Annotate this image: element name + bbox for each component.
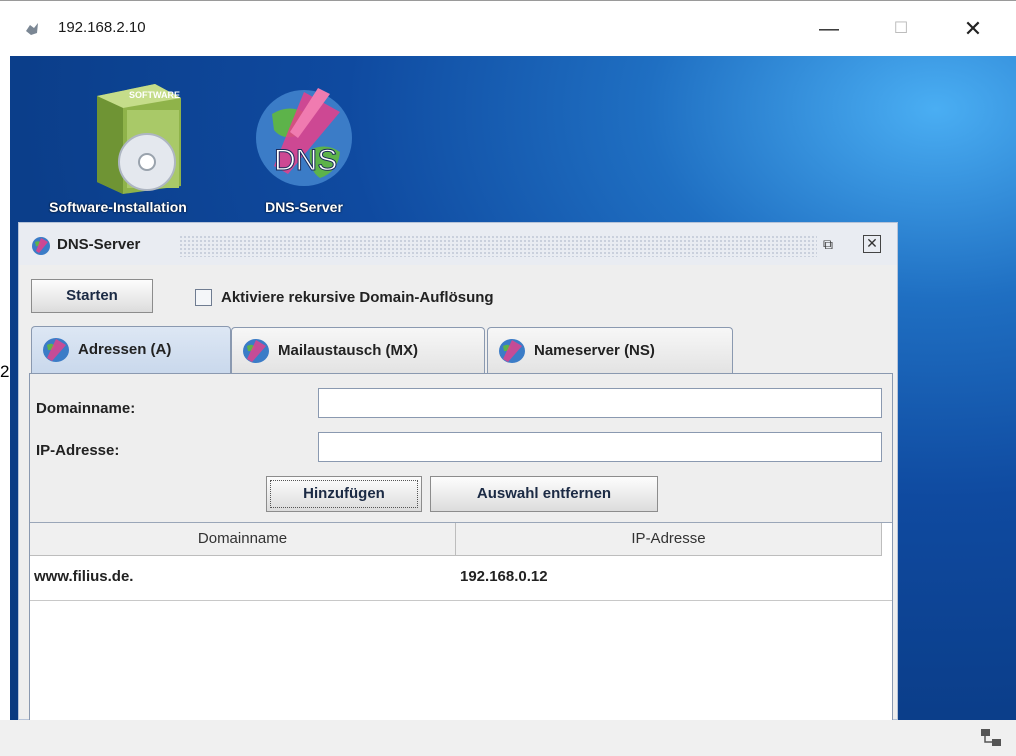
network-monitor-icon[interactable] [980,728,1002,748]
column-header-ip-address[interactable]: IP-Adresse [456,523,882,555]
dns-globe-icon [243,339,269,363]
table-row[interactable]: www.filius.de. 192.168.0.12 [30,556,892,601]
dns-window-titlebar[interactable]: DNS-Server ⧉ ✕ [19,223,897,265]
dns-window-title: DNS-Server [57,236,141,253]
left-edge [0,56,10,720]
start-button[interactable]: Starten [31,279,153,313]
titlebar-texture [179,235,817,257]
domainname-label: Domainname: [36,400,136,417]
tab-nameserver[interactable]: Nameserver (NS) [487,327,733,373]
add-button[interactable]: Hinzufügen [266,476,422,512]
svg-text:SOFTWARE: SOFTWARE [129,90,180,100]
domainname-input[interactable] [318,388,882,418]
dns-globe-icon [32,237,50,255]
dns-globe-icon [43,338,69,362]
tab-label: Mailaustausch (MX) [278,342,419,359]
dns-server-window: DNS-Server ⧉ ✕ Starten Aktiviere rekursi… [18,222,898,723]
minimize-button[interactable]: — [806,9,852,49]
ip-address-label: IP-Adresse: [36,442,120,459]
desktop-icon-label: Software-Installation [49,199,187,215]
desktop-icon-label: DNS-Server [265,199,343,215]
tab-label: Adressen (A) [78,341,172,358]
dns-records-table: Domainname IP-Adresse www.filius.de. 192… [30,522,892,723]
row-ip-address: 192.168.0.12 [460,568,548,585]
remove-selection-button[interactable]: Auswahl entfernen [430,476,658,512]
recursive-label: Aktiviere rekursive Domain-Auflösung [221,289,494,306]
table-header: Domainname IP-Adresse [30,523,882,556]
window-titlebar: 192.168.2.10 — ☐ ✕ [0,0,1016,56]
software-box-icon: SOFTWARE [97,84,181,194]
desktop-icon-dns-server[interactable]: DNS DNS-Server [244,78,364,215]
dns-globe-icon: DNS [256,88,352,186]
recursive-checkbox[interactable] [195,289,212,306]
tab-mailaustausch[interactable]: Mailaustausch (MX) [231,327,485,373]
ip-address-input[interactable] [318,432,882,462]
filius-app-icon [26,23,38,35]
tab-adressen[interactable]: Adressen (A) [31,326,231,374]
restore-icon[interactable]: ⧉ [819,235,837,253]
window-title: 192.168.2.10 [58,19,146,36]
tab-label: Nameserver (NS) [534,342,655,359]
row-domainname: www.filius.de. [34,568,134,585]
stray-text: 2 [0,362,10,381]
status-bar [0,720,1016,756]
dns-globe-icon [499,339,525,363]
close-button[interactable]: ✕ [950,9,996,49]
tab-panel-adressen: Domainname: IP-Adresse: Hinzufügen Auswa… [29,373,893,723]
svg-text:DNS: DNS [274,144,337,177]
close-icon[interactable]: ✕ [863,235,881,253]
desktop-icon-software-installation[interactable]: SOFTWARE Software-Installation [18,78,218,215]
column-header-domainname[interactable]: Domainname [30,523,456,555]
maximize-button[interactable]: ☐ [878,9,924,49]
